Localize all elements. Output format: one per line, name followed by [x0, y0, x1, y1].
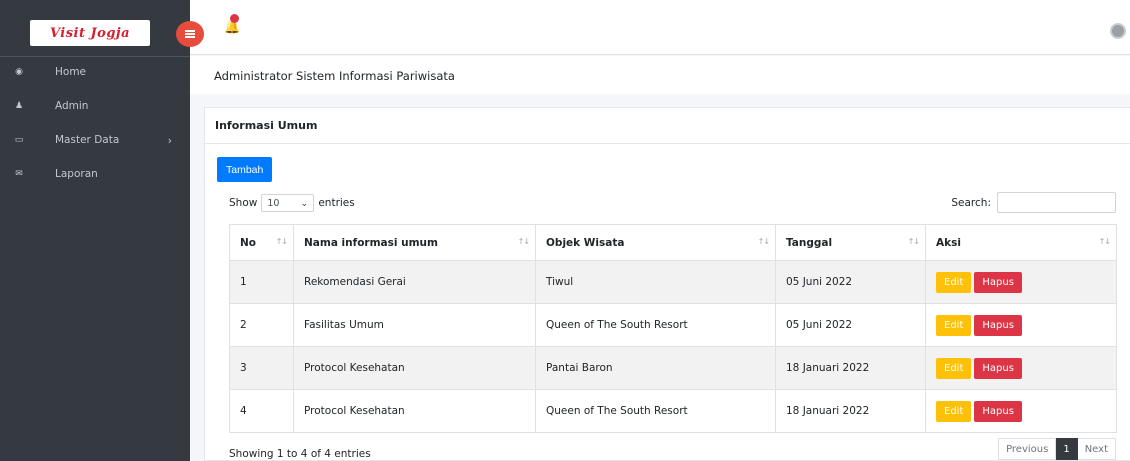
edit-button[interactable]: Edit	[936, 400, 972, 422]
cell-objek: Queen of The South Resort	[535, 389, 776, 433]
length-entries-label: entries	[318, 197, 355, 209]
delete-button[interactable]: Hapus	[974, 314, 1022, 336]
sidebar-item-admin[interactable]: ♟ Admin	[0, 94, 190, 118]
cell-tanggal: 18 Januari 2022	[775, 389, 926, 433]
sort-icon: ↑↓	[275, 237, 288, 246]
search-label: Search:	[951, 196, 991, 209]
sidebar-item-master-data[interactable]: ▭ Master Data ›	[0, 128, 190, 152]
sort-icon: ↑↓	[907, 237, 920, 246]
brand-logo-text: Visit Jogja	[49, 25, 131, 41]
entries-select-value: 10	[267, 197, 280, 209]
chevron-down-icon: ⌄	[300, 197, 309, 209]
page-1-button[interactable]: 1	[1056, 438, 1078, 460]
card-title: Informasi Umum	[215, 119, 318, 132]
cell-nama: Protocol Kesehatan	[293, 389, 536, 433]
length-show-label: Show	[229, 197, 258, 209]
envelope-icon: ✉	[15, 169, 23, 179]
cell-no: 2	[229, 303, 294, 347]
page-title: Administrator Sistem Informasi Pariwisat…	[214, 69, 455, 83]
sidebar-item-label: Master Data	[55, 134, 120, 146]
edit-button[interactable]: Edit	[936, 314, 972, 336]
cell-aksi: Edit Hapus	[925, 346, 1117, 390]
entries-length-control: Show 10 ⌄ entries	[229, 194, 355, 212]
sort-icon: ↑↓	[757, 237, 770, 246]
column-header-objek[interactable]: Objek Wisata ↑↓	[535, 224, 776, 261]
cell-objek: Tiwul	[535, 260, 776, 304]
previous-page-button[interactable]: Previous	[998, 438, 1057, 460]
cell-objek: Pantai Baron	[535, 346, 776, 390]
column-header-tanggal[interactable]: Tanggal ↑↓	[775, 224, 926, 261]
top-navbar: 🔔	[176, 0, 1130, 55]
sidebar: Visit Jogja ◉ Home ♟ Admin ▭ Master Data…	[0, 0, 190, 461]
sidebar-item-home[interactable]: ◉ Home	[0, 60, 190, 84]
cell-tanggal: 18 Januari 2022	[775, 346, 926, 390]
sort-icon: ↑↓	[1098, 237, 1111, 246]
table-header-row: No ↑↓ Nama informasi umum ↑↓ Objek Wisata ↑…	[229, 224, 1117, 261]
search-control: Search:	[951, 192, 1116, 213]
table-row: 2 Fasilitas Umum Queen of The South Reso…	[229, 303, 1117, 347]
cell-no: 4	[229, 389, 294, 433]
card-header: Informasi Umum	[205, 108, 1130, 144]
chevron-right-icon: ›	[167, 133, 172, 147]
next-page-button[interactable]: Next	[1077, 438, 1116, 460]
sidebar-nav: ◉ Home ♟ Admin ▭ Master Data › ✉ Laporan	[0, 60, 190, 196]
dashboard-icon: ◉	[15, 67, 23, 77]
column-header-label: Nama informasi umum	[304, 236, 438, 249]
users-icon: ♟	[14, 101, 24, 111]
column-header-label: No	[240, 236, 257, 249]
cell-nama: Protocol Kesehatan	[293, 346, 536, 390]
search-input[interactable]	[997, 192, 1116, 213]
sort-icon: ↑↓	[517, 237, 530, 246]
content-header: Administrator Sistem Informasi Pariwisat…	[190, 56, 1130, 94]
sidebar-divider	[0, 56, 190, 57]
table-info: Showing 1 to 4 of 4 entries	[229, 448, 371, 460]
cell-nama: Rekomendasi Gerai	[293, 260, 536, 304]
sidebar-item-label: Admin	[55, 100, 89, 112]
sidebar-item-label: Home	[55, 66, 87, 78]
delete-button[interactable]: Hapus	[974, 357, 1022, 379]
data-table: No ↑↓ Nama informasi umum ↑↓ Objek Wisata ↑…	[229, 224, 1117, 433]
cell-no: 1	[229, 260, 294, 304]
cell-aksi: Edit Hapus	[925, 389, 1117, 433]
add-button[interactable]: Tambah	[217, 157, 273, 182]
hamburger-icon	[185, 33, 195, 35]
column-header-no[interactable]: No ↑↓	[229, 224, 294, 261]
pagination: Previous 1 Next	[998, 438, 1116, 460]
column-header-nama[interactable]: Nama informasi umum ↑↓	[293, 224, 536, 261]
table-row: 1 Rekomendasi Gerai Tiwul 05 Juni 2022 E…	[229, 260, 1117, 304]
cell-nama: Fasilitas Umum	[293, 303, 536, 347]
cell-no: 3	[229, 346, 294, 390]
column-header-label: Objek Wisata	[546, 236, 625, 249]
cell-aksi: Edit Hapus	[925, 260, 1117, 304]
edit-button[interactable]: Edit	[936, 357, 972, 379]
sidebar-toggle-button[interactable]	[176, 21, 204, 47]
notification-badge	[230, 14, 239, 23]
cell-tanggal: 05 Juni 2022	[775, 260, 926, 304]
cell-aksi: Edit Hapus	[925, 303, 1117, 347]
sidebar-item-laporan[interactable]: ✉ Laporan	[0, 162, 190, 186]
entries-select[interactable]: 10 ⌄	[261, 194, 315, 212]
delete-button[interactable]: Hapus	[974, 400, 1022, 422]
column-header-label: Tanggal	[786, 236, 833, 249]
laptop-icon: ▭	[14, 135, 24, 145]
table-row: 4 Protocol Kesehatan Queen of The South …	[229, 389, 1117, 433]
avatar[interactable]	[1110, 23, 1126, 39]
table-row: 3 Protocol Kesehatan Pantai Baron 18 Jan…	[229, 346, 1117, 390]
column-header-label: Aksi	[936, 236, 961, 249]
info-card: Informasi Umum Tambah Show 10 ⌄ entries …	[204, 107, 1130, 461]
cell-tanggal: 05 Juni 2022	[775, 303, 926, 347]
sidebar-item-label: Laporan	[55, 168, 98, 180]
delete-button[interactable]: Hapus	[974, 271, 1022, 293]
brand-logo[interactable]: Visit Jogja	[30, 20, 150, 46]
column-header-aksi[interactable]: Aksi ↑↓	[925, 224, 1117, 261]
cell-objek: Queen of The South Resort	[535, 303, 776, 347]
edit-button[interactable]: Edit	[936, 271, 972, 293]
